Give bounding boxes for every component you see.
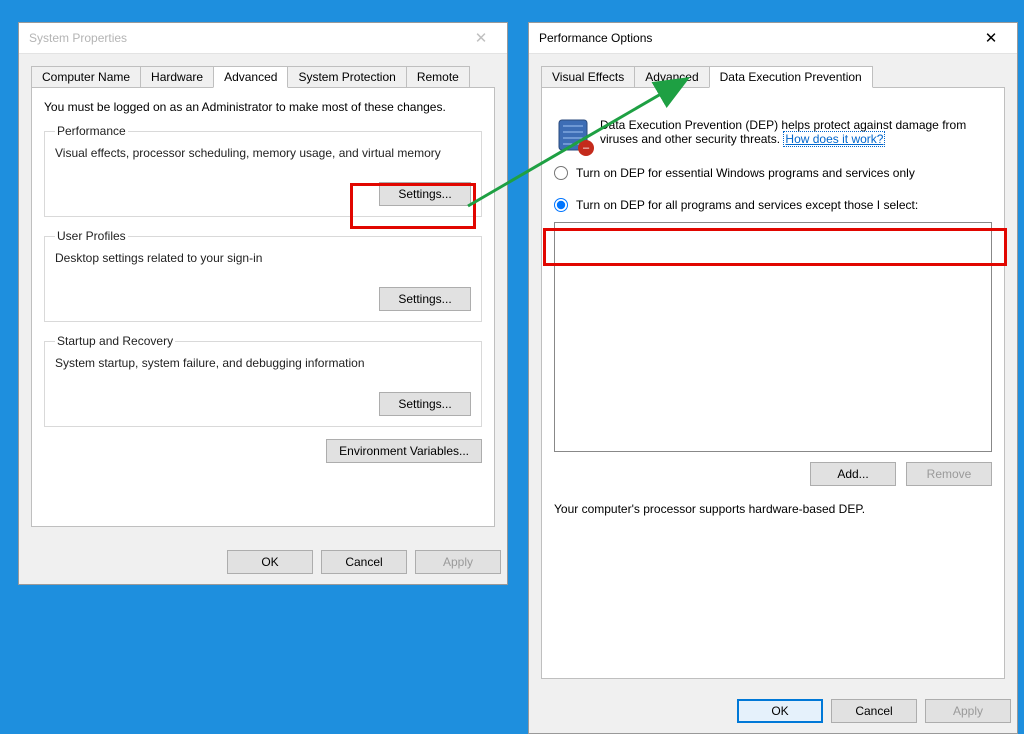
tabpage-dep: ‒ Data Execution Prevention (DEP) helps … <box>541 87 1005 679</box>
radio-all-row[interactable]: Turn on DEP for all programs and service… <box>554 198 992 212</box>
group-startup-recovery: Startup and Recovery System startup, sys… <box>44 334 482 427</box>
radio-all[interactable] <box>554 198 568 212</box>
group-performance: Performance Visual effects, processor sc… <box>44 124 482 217</box>
tab-system-protection[interactable]: System Protection <box>287 66 406 88</box>
tab-remote[interactable]: Remote <box>406 66 470 88</box>
close-icon[interactable]: ✕ <box>971 29 1011 47</box>
apply-button[interactable]: Apply <box>415 550 501 574</box>
performance-options-dialog: Performance Options ✕ Visual Effects Adv… <box>528 22 1018 734</box>
tab-computer-name[interactable]: Computer Name <box>31 66 141 88</box>
window-title: System Properties <box>29 31 127 45</box>
remove-button[interactable]: Remove <box>906 462 992 486</box>
dep-support-note: Your computer's processor supports hardw… <box>554 502 992 516</box>
radio-essential[interactable] <box>554 166 568 180</box>
shield-icon: ‒ <box>556 118 590 152</box>
group-startup-recovery-legend: Startup and Recovery <box>55 334 175 348</box>
performance-settings-button[interactable]: Settings... <box>379 182 471 206</box>
window-title: Performance Options <box>539 31 652 45</box>
group-startup-recovery-desc: System startup, system failure, and debu… <box>55 356 471 370</box>
tab-visual-effects[interactable]: Visual Effects <box>541 66 635 88</box>
dialog-buttons: OK Cancel Apply <box>529 689 1017 733</box>
tab-hardware[interactable]: Hardware <box>140 66 214 88</box>
blocked-badge-icon: ‒ <box>578 140 594 156</box>
titlebar[interactable]: Performance Options ✕ <box>529 23 1017 53</box>
group-user-profiles-desc: Desktop settings related to your sign-in <box>55 251 471 265</box>
ok-button[interactable]: OK <box>737 699 823 723</box>
dep-header: ‒ Data Execution Prevention (DEP) helps … <box>556 118 990 152</box>
tab-dep[interactable]: Data Execution Prevention <box>709 66 873 88</box>
add-remove-row: Add... Remove <box>554 462 992 486</box>
titlebar[interactable]: System Properties ✕ <box>19 23 507 53</box>
tab-advanced[interactable]: Advanced <box>213 66 288 88</box>
client-area: Computer Name Hardware Advanced System P… <box>19 53 507 540</box>
dep-help-link[interactable]: How does it work? <box>783 131 885 147</box>
group-performance-legend: Performance <box>55 124 128 138</box>
add-button[interactable]: Add... <box>810 462 896 486</box>
dep-description: Data Execution Prevention (DEP) helps pr… <box>600 118 990 152</box>
close-icon[interactable]: ✕ <box>461 29 501 47</box>
tabpage-advanced: You must be logged on as an Administrato… <box>31 87 495 527</box>
environment-variables-button[interactable]: Environment Variables... <box>326 439 482 463</box>
client-area: Visual Effects Advanced Data Execution P… <box>529 53 1017 689</box>
ok-button[interactable]: OK <box>227 550 313 574</box>
tabstrip: Computer Name Hardware Advanced System P… <box>31 64 495 88</box>
group-user-profiles-legend: User Profiles <box>55 229 128 243</box>
dialog-buttons: OK Cancel Apply <box>19 540 507 584</box>
group-user-profiles: User Profiles Desktop settings related t… <box>44 229 482 322</box>
cancel-button[interactable]: Cancel <box>321 550 407 574</box>
cancel-button[interactable]: Cancel <box>831 699 917 723</box>
radio-essential-row[interactable]: Turn on DEP for essential Windows progra… <box>554 166 992 180</box>
admin-note: You must be logged on as an Administrato… <box>44 100 482 114</box>
exception-listbox[interactable] <box>554 222 992 452</box>
startup-recovery-settings-button[interactable]: Settings... <box>379 392 471 416</box>
radio-all-label: Turn on DEP for all programs and service… <box>576 198 918 212</box>
system-properties-dialog: System Properties ✕ Computer Name Hardwa… <box>18 22 508 585</box>
apply-button[interactable]: Apply <box>925 699 1011 723</box>
tabstrip: Visual Effects Advanced Data Execution P… <box>541 64 1005 88</box>
tab-advanced[interactable]: Advanced <box>634 66 709 88</box>
group-performance-desc: Visual effects, processor scheduling, me… <box>55 146 471 160</box>
user-profiles-settings-button[interactable]: Settings... <box>379 287 471 311</box>
radio-essential-label: Turn on DEP for essential Windows progra… <box>576 166 915 180</box>
